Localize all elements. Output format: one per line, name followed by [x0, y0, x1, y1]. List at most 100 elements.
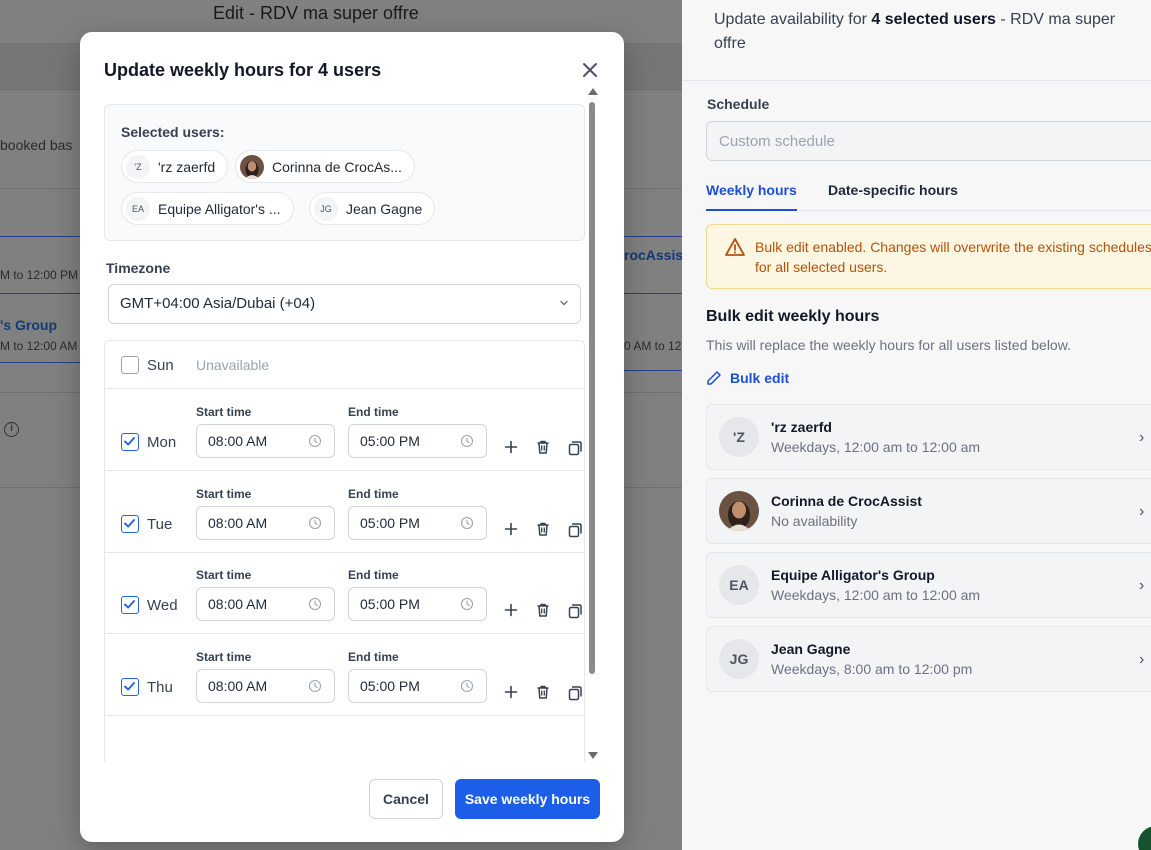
timezone-select[interactable]: GMT+04:00 Asia/Dubai (+04)	[108, 284, 581, 324]
background-time: M to 12:00 AM	[0, 339, 78, 353]
modal-content: Selected users: 'Z 'rz zaerfd Corinna de…	[104, 104, 586, 762]
user-card[interactable]: Corinna de CrocAssist No availability ›	[706, 478, 1151, 544]
timezone-value: GMT+04:00 Asia/Dubai (+04)	[120, 295, 316, 312]
end-time-input[interactable]: 05:00 PM	[348, 505, 487, 540]
start-time-label: Start time	[196, 568, 252, 582]
schedule-label: Schedule	[707, 96, 770, 112]
copy-icon[interactable]	[567, 522, 583, 538]
start-time-input[interactable]: 08:00 AM	[196, 505, 335, 540]
chevron-down-icon	[560, 300, 568, 306]
schedule-select[interactable]: Custom schedule	[706, 121, 1151, 161]
background-link: rocAssis	[624, 247, 684, 263]
unavailable-label: Unavailable	[196, 357, 270, 373]
clock-icon	[460, 434, 474, 448]
bulk-edit-label: Bulk edit	[730, 370, 790, 386]
clock-icon	[460, 516, 474, 529]
panel-header: Update availability for 4 selected users…	[714, 8, 1134, 56]
clock-icon	[308, 434, 322, 448]
availability-panel: Update availability for 4 selected users…	[682, 0, 1151, 850]
timezone-label: Timezone	[106, 260, 171, 276]
scroll-down-arrow[interactable]	[588, 752, 598, 759]
selected-users-box: Selected users: 'Z 'rz zaerfd Corinna de…	[104, 104, 585, 241]
background-link: 's Group	[0, 317, 57, 333]
end-time-value: 05:00 PM	[360, 514, 420, 531]
end-time-input[interactable]: 05:00 PM	[348, 424, 487, 458]
start-time-input[interactable]: 08:00 AM	[196, 587, 335, 621]
end-time-input[interactable]: 05:00 PM	[348, 587, 487, 621]
user-photo	[240, 154, 264, 179]
trash-icon[interactable]	[535, 684, 551, 700]
panel-header-prefix: Update availability for	[714, 11, 872, 28]
user-availability: Weekdays, 8:00 am to 12:00 pm	[771, 661, 973, 677]
day-label: Thu	[147, 678, 173, 696]
copy-icon[interactable]	[567, 685, 583, 701]
chevron-right-icon: ›	[1139, 577, 1145, 594]
avatar: JG	[314, 196, 338, 221]
save-weekly-hours-button[interactable]: Save weekly hours	[455, 779, 600, 819]
end-time-label: End time	[348, 405, 399, 419]
close-icon[interactable]	[580, 60, 600, 80]
chip-label: 'rz zaerfd	[158, 158, 216, 175]
end-time-value: 05:00 PM	[360, 677, 420, 694]
user-chip: EA Equipe Alligator's ...	[121, 192, 294, 225]
start-time-input[interactable]: 08:00 AM	[196, 424, 335, 458]
background-page-title: Edit - RDV ma super offre	[213, 3, 419, 23]
end-time-label: End time	[348, 649, 399, 664]
tab-date-specific-hours[interactable]: Date-specific hours	[828, 182, 958, 211]
clock-icon	[308, 516, 322, 529]
scroll-thumb[interactable]	[589, 102, 595, 674]
chevron-right-icon: ›	[1139, 429, 1145, 446]
tab-weekly-hours[interactable]: Weekly hours	[706, 182, 797, 211]
day-checkbox-tue[interactable]	[121, 514, 139, 533]
trash-icon[interactable]	[535, 439, 551, 455]
pencil-icon	[707, 371, 721, 385]
add-icon[interactable]	[503, 602, 519, 618]
weekly-hours-modal: Update weekly hours for 4 users Selected…	[80, 32, 624, 842]
divider	[624, 293, 682, 294]
chip-label: Equipe Alligator's ...	[158, 200, 281, 217]
copy-icon[interactable]	[567, 603, 583, 619]
add-icon[interactable]	[503, 684, 519, 700]
user-availability: No availability	[771, 513, 858, 529]
user-photo	[719, 491, 759, 531]
checkmark-icon	[124, 437, 135, 446]
start-time-label: Start time	[196, 649, 252, 664]
day-label: Mon	[147, 434, 177, 451]
day-checkbox-thu[interactable]	[121, 677, 139, 696]
scroll-up-arrow[interactable]	[588, 88, 598, 95]
user-name: 'rz zaerfd	[771, 419, 832, 435]
modal-scrollbar[interactable]	[586, 86, 598, 762]
trash-icon[interactable]	[535, 602, 551, 618]
end-time-label: End time	[348, 486, 399, 501]
start-time-label: Start time	[196, 486, 252, 501]
divider	[682, 80, 1151, 81]
cancel-button[interactable]: Cancel	[369, 779, 443, 819]
copy-icon[interactable]	[567, 440, 583, 456]
modal-title: Update weekly hours for 4 users	[104, 60, 382, 80]
day-checkbox-wed[interactable]	[121, 596, 139, 614]
day-row-sun: Sun Unavailable	[105, 341, 584, 389]
day-label: Wed	[147, 597, 178, 614]
trash-icon[interactable]	[535, 521, 551, 537]
user-card[interactable]: EA Equipe Alligator's Group Weekdays, 12…	[706, 552, 1151, 618]
weekly-hours-list: Sun Unavailable Mon Start time 08:00 AM End…	[104, 340, 585, 762]
divider	[624, 236, 682, 237]
divider	[0, 362, 80, 363]
add-icon[interactable]	[503, 439, 519, 455]
bulk-edit-description: This will replace the weekly hours for a…	[706, 337, 1071, 353]
user-card[interactable]: JG Jean Gagne Weekdays, 8:00 am to 12:00…	[706, 626, 1151, 692]
chevron-right-icon: ›	[1139, 503, 1145, 520]
user-card[interactable]: 'Z 'rz zaerfd Weekdays, 12:00 am to 12:0…	[706, 404, 1151, 470]
day-checkbox-sun[interactable]	[121, 356, 139, 374]
end-time-input[interactable]: 05:00 PM	[348, 668, 487, 703]
clock-icon	[308, 679, 322, 692]
add-icon[interactable]	[503, 521, 519, 537]
bulk-edit-alert: Bulk edit enabled. Changes will overwrit…	[706, 224, 1151, 289]
user-chip: 'Z 'rz zaerfd	[121, 150, 229, 183]
day-row-tue: Tue Start time 08:00 AM End time 05:00 PM	[105, 471, 584, 553]
avatar	[240, 154, 264, 179]
start-time-input[interactable]: 08:00 AM	[196, 668, 335, 703]
end-time-value: 05:00 PM	[360, 596, 420, 612]
day-checkbox-mon[interactable]	[121, 433, 139, 451]
bulk-edit-link[interactable]: Bulk edit	[706, 370, 789, 386]
